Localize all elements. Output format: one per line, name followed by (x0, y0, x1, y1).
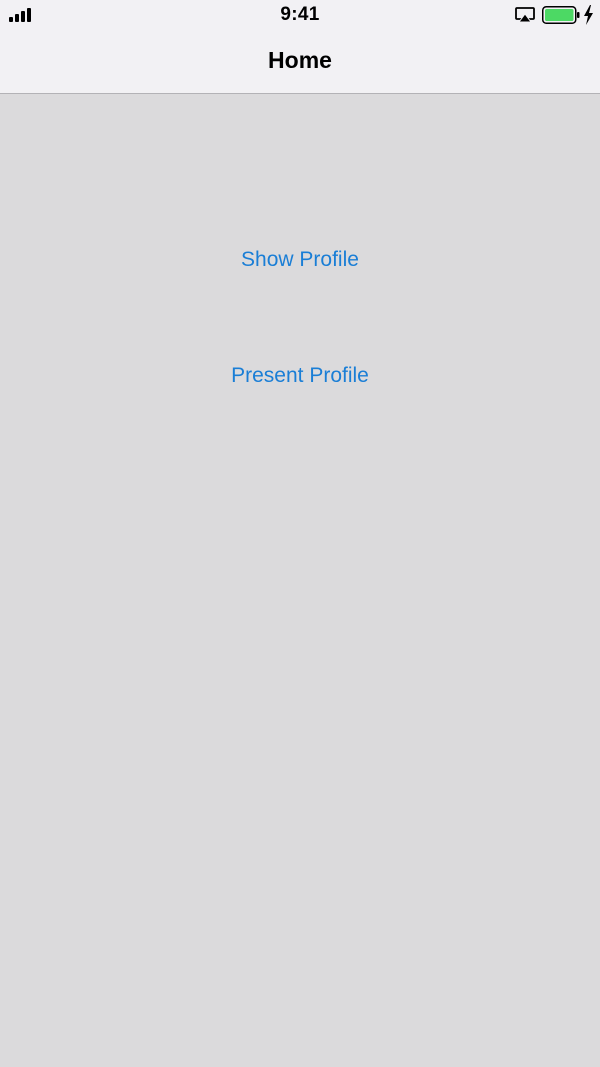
status-time: 9:41 (280, 4, 320, 25)
home-screen: 9:41 Home Show Profile Present Profile (0, 0, 600, 1067)
page-title: Home (268, 47, 332, 73)
airplay-icon (515, 7, 535, 23)
status-bar: 9:41 (0, 0, 600, 30)
battery-icon (542, 6, 580, 24)
charging-bolt-icon (584, 5, 593, 25)
present-profile-button[interactable]: Present Profile (150, 358, 450, 394)
navigation-bar: Home (0, 30, 600, 94)
show-profile-button[interactable]: Show Profile (150, 242, 450, 278)
